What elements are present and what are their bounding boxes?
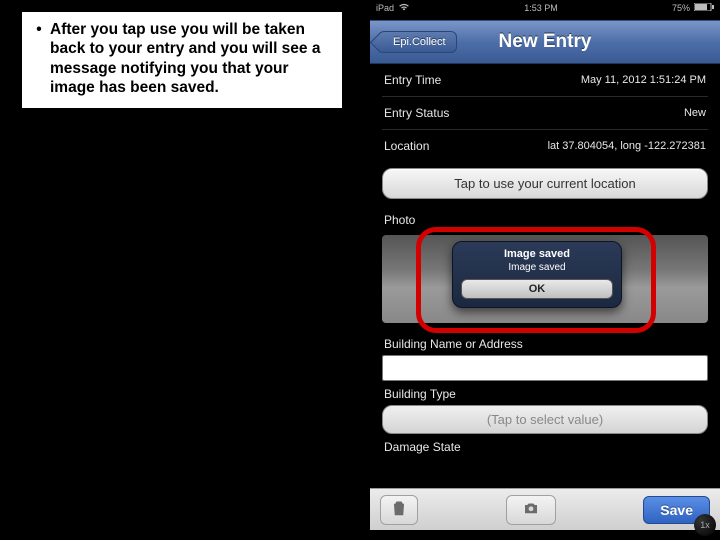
save-button-label: Save — [660, 502, 693, 518]
bottom-toolbar: Save — [370, 488, 720, 530]
label-entry-status: Entry Status — [384, 106, 449, 120]
label-damage-state: Damage State — [382, 434, 708, 458]
camera-button[interactable] — [506, 495, 556, 525]
use-location-label: Tap to use your current location — [454, 176, 635, 191]
value-entry-status: New — [684, 107, 706, 119]
alert-ok-label: OK — [529, 283, 546, 295]
row-entry-time[interactable]: Entry Time May 11, 2012 1:51:24 PM — [382, 64, 708, 97]
alert-ok-button[interactable]: OK — [461, 279, 613, 299]
photo-thumbnail-area[interactable]: Image saved Image saved OK — [382, 235, 708, 323]
row-entry-status[interactable]: Entry Status New — [382, 97, 708, 130]
label-location: Location — [384, 139, 429, 153]
label-entry-time: Entry Time — [384, 73, 441, 87]
zoom-label: 1x — [700, 520, 710, 530]
alert-message: Image saved — [461, 262, 613, 273]
label-building-type: Building Type — [382, 381, 708, 405]
device-frame: iPad 1:53 PM 75% Epi.Collect New Entry — [370, 0, 720, 540]
navbar: Epi.Collect New Entry — [370, 20, 720, 64]
form-area: Entry Time May 11, 2012 1:51:24 PM Entry… — [370, 64, 720, 458]
value-entry-time: May 11, 2012 1:51:24 PM — [581, 74, 706, 86]
building-type-placeholder: (Tap to select value) — [487, 412, 603, 427]
building-name-input[interactable] — [382, 355, 708, 381]
bullet-icon: • — [28, 20, 50, 98]
battery-icon — [694, 3, 714, 13]
instruction-text: After you tap use you will be taken back… — [50, 20, 332, 98]
delete-button[interactable] — [380, 495, 418, 525]
value-location: lat 37.804054, long -122.272381 — [548, 140, 706, 152]
status-bar: iPad 1:53 PM 75% — [370, 0, 720, 16]
instruction-panel: • After you tap use you will be taken ba… — [22, 12, 342, 108]
battery-pct: 75% — [672, 3, 690, 13]
back-button-label: Epi.Collect — [393, 36, 446, 48]
carrier-label: iPad — [376, 3, 394, 13]
trash-icon — [390, 499, 408, 520]
building-type-select[interactable]: (Tap to select value) — [382, 405, 708, 434]
use-location-button[interactable]: Tap to use your current location — [382, 168, 708, 199]
zoom-indicator[interactable]: 1x — [694, 514, 716, 536]
camera-icon — [522, 499, 540, 520]
label-building-name: Building Name or Address — [382, 331, 708, 355]
status-time: 1:53 PM — [524, 3, 558, 13]
back-button[interactable]: Epi.Collect — [378, 31, 457, 53]
alert-title: Image saved — [461, 248, 613, 260]
row-location[interactable]: Location lat 37.804054, long -122.272381 — [382, 130, 708, 162]
image-saved-alert: Image saved Image saved OK — [452, 241, 622, 308]
wifi-icon — [398, 3, 410, 13]
